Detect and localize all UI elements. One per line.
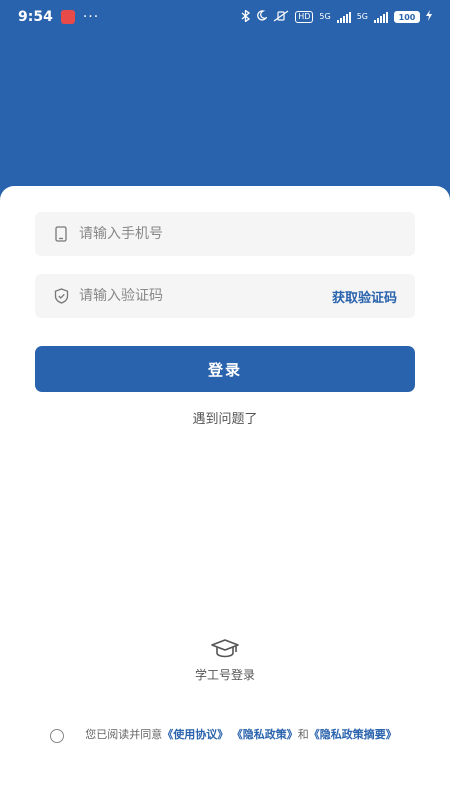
agreement-conjunction: 和 xyxy=(297,728,309,741)
privacy-link[interactable]: 《隐私政策》 xyxy=(232,728,298,741)
agreement-prefix: 您已阅读并同意 xyxy=(85,728,163,741)
charging-icon xyxy=(426,10,432,24)
status-bar: 9:54 ··· HD 5G 5G 100 xyxy=(0,0,450,34)
app-notification-icon xyxy=(60,10,75,24)
terms-link[interactable]: 《使用协议》 xyxy=(162,728,228,741)
bluetooth-icon xyxy=(241,8,251,25)
phone-input[interactable] xyxy=(79,226,397,242)
shield-icon xyxy=(53,288,69,304)
phone-icon xyxy=(53,226,69,242)
agreement-row: 您已阅读并同意《使用协议》 《隐私政策》和《隐私政策摘要》 xyxy=(50,727,410,743)
agreement-text: 您已阅读并同意《使用协议》 《隐私政策》和《隐私政策摘要》 xyxy=(76,727,406,743)
staff-id-login[interactable]: 学工号登录 xyxy=(0,638,450,683)
agreement-checkbox[interactable] xyxy=(50,729,64,743)
more-notifications-icon: ··· xyxy=(82,9,100,25)
vibrate-icon xyxy=(273,10,289,25)
login-card: 获取验证码 登录 遇到问题了 学工号登录 您已阅读并同意《使用协议》 《隐私政策… xyxy=(0,186,450,800)
signal-strength-icon-2 xyxy=(374,11,388,23)
graduation-cap-icon xyxy=(210,638,240,660)
privacy-summary-link[interactable]: 《隐私政策摘要》 xyxy=(309,728,397,741)
battery-icon: 100 xyxy=(394,11,420,23)
problem-link[interactable]: 遇到问题了 xyxy=(0,408,450,427)
network-5g-label: 5G xyxy=(319,12,331,21)
login-button[interactable]: 登录 xyxy=(35,346,415,392)
staff-id-login-label: 学工号登录 xyxy=(194,668,255,682)
code-field[interactable]: 获取验证码 xyxy=(35,274,415,318)
status-time: 9:54 xyxy=(18,9,53,25)
signal-strength-icon xyxy=(336,11,351,23)
moon-icon xyxy=(256,10,269,24)
hd-badge: HD xyxy=(295,11,314,23)
get-code-button[interactable]: 获取验证码 xyxy=(332,287,397,306)
phone-field[interactable] xyxy=(35,212,415,256)
network-5g-label-2: 5G xyxy=(356,12,368,21)
code-input[interactable] xyxy=(79,288,332,304)
